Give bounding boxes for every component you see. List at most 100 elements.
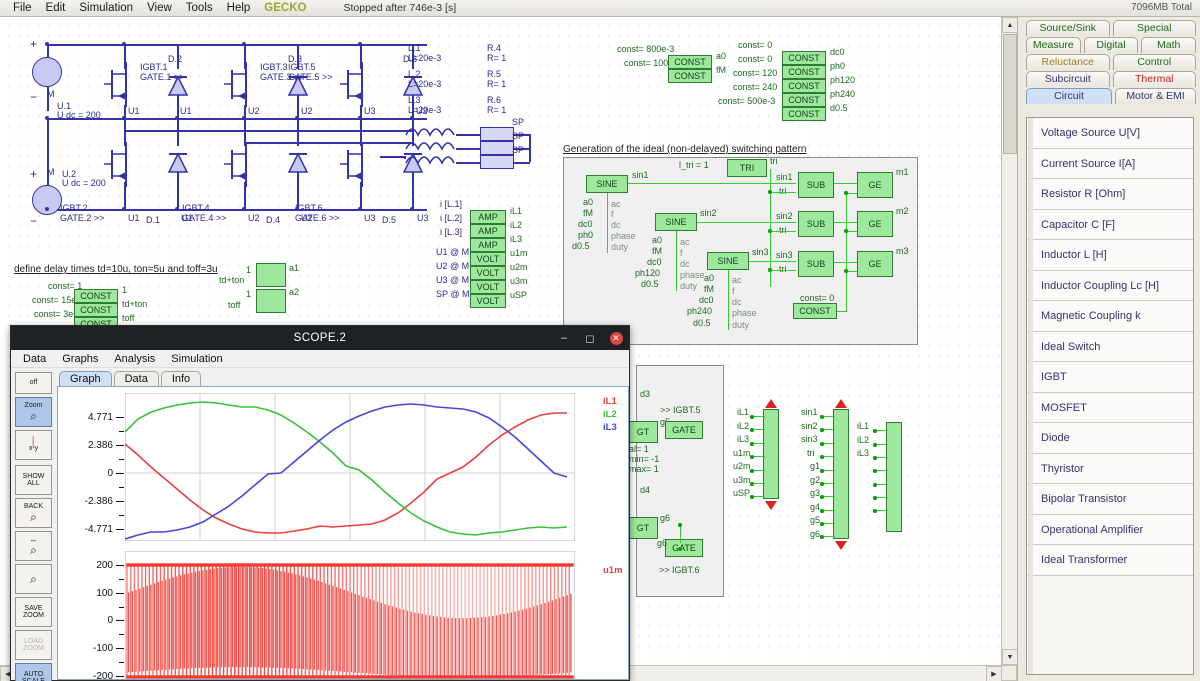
tab-thermal[interactable]: Thermal	[1112, 71, 1196, 87]
component-diode[interactable]: Diode	[1027, 423, 1193, 454]
ge-block-2[interactable]: GE	[857, 211, 893, 237]
sub-block-2[interactable]: SUB	[798, 211, 834, 237]
minimize-icon[interactable]: –	[551, 326, 577, 350]
measure-block-volt-1[interactable]: VOLT	[470, 252, 506, 266]
measure-block-volt-3[interactable]: VOLT	[470, 280, 506, 294]
igbt-symbol-6[interactable]	[340, 142, 380, 187]
chart-currents[interactable]: 4.771 2.386 0 -2.386 -4.771 iL1 iL2 iL3	[58, 393, 628, 541]
component-thyristor[interactable]: Thyristor	[1027, 453, 1193, 484]
scroll-right-arrow[interactable]: ▶	[986, 666, 1002, 681]
component-current-source[interactable]: Current Source I[A]	[1027, 148, 1193, 179]
tab-graph[interactable]: Graph	[59, 371, 112, 386]
const-block-a0[interactable]: CONST	[668, 55, 712, 69]
const-block-d05[interactable]: CONST	[782, 107, 826, 121]
gt-block-6[interactable]: GT	[628, 517, 658, 539]
vscroll-thumb[interactable]	[1003, 34, 1017, 154]
const-block-ph120[interactable]: CONST	[782, 79, 826, 93]
scope-window[interactable]: SCOPE.2 – ◻ ✕ Data Graphs Analysis Simul…	[10, 325, 630, 681]
tab-measure[interactable]: Measure	[1026, 37, 1081, 53]
ge-block-1[interactable]: GE	[857, 172, 893, 198]
resistor-r6[interactable]	[480, 155, 514, 169]
resistor-r5[interactable]	[480, 141, 514, 155]
component-inductor-coupling[interactable]: Inductor Coupling Lc [H]	[1027, 270, 1193, 301]
zoom-horizontal-button[interactable]: ↔ ⌕	[15, 531, 52, 561]
tab-control[interactable]: Control	[1112, 54, 1196, 70]
component-operational-amplifier[interactable]: Operational Amplifier	[1027, 514, 1193, 545]
off-button[interactable]: off	[15, 372, 52, 394]
menu-simulation[interactable]: Simulation	[72, 0, 140, 16]
menu-tools[interactable]: Tools	[179, 0, 220, 16]
close-icon[interactable]: ✕	[603, 326, 629, 350]
gt-block-5[interactable]: GT	[628, 421, 658, 443]
div-block-1[interactable]	[256, 289, 286, 313]
delay-const-block-1[interactable]: CONST	[74, 303, 118, 317]
plot-area[interactable]: 4.771 2.386 0 -2.386 -4.771 iL1 iL2 iL3 …	[57, 386, 629, 680]
div-block-0[interactable]	[256, 263, 286, 287]
ge-const-block[interactable]: CONST	[793, 303, 837, 319]
gate-block-5[interactable]: GATE	[665, 421, 703, 439]
menu-view[interactable]: View	[140, 0, 179, 16]
component-mosfet[interactable]: MOSFET	[1027, 392, 1193, 423]
igbt-symbol-4[interactable]	[224, 142, 264, 187]
const-block-fm[interactable]: CONST	[668, 69, 712, 83]
tab-reluctance[interactable]: Reluctance	[1026, 54, 1110, 70]
menu-help[interactable]: Help	[220, 0, 258, 16]
xy-button[interactable]: │ x-y	[15, 430, 52, 460]
menu-file[interactable]: File	[6, 0, 39, 16]
tab-circuit[interactable]: Circuit	[1026, 88, 1112, 104]
tab-source-sink[interactable]: Source/Sink	[1026, 20, 1110, 36]
scope-block-1[interactable]	[763, 409, 779, 499]
component-ideal-transformer[interactable]: Ideal Transformer	[1027, 545, 1193, 576]
component-ideal-switch[interactable]: Ideal Switch	[1027, 331, 1193, 362]
tab-math[interactable]: Math	[1141, 37, 1197, 53]
ge-block-3[interactable]: GE	[857, 251, 893, 277]
component-inductor[interactable]: Inductor L [H]	[1027, 240, 1193, 271]
tab-data[interactable]: Data	[113, 371, 159, 386]
component-list[interactable]: Voltage Source U[V] Current Source I[A] …	[1026, 117, 1194, 675]
scope-menu-graphs[interactable]: Graphs	[54, 353, 106, 365]
tab-subcircuit[interactable]: Subcircuit	[1026, 71, 1110, 87]
scope-block-2[interactable]	[833, 409, 849, 539]
sine-block-1[interactable]: SINE	[586, 175, 628, 193]
measure-block-volt-2[interactable]: VOLT	[470, 266, 506, 280]
component-resistor[interactable]: Resistor R [Ohm]	[1027, 179, 1193, 210]
delay-const-block-0[interactable]: CONST	[74, 289, 118, 303]
measure-block-volt-4[interactable]: VOLT	[470, 294, 506, 308]
igbt-symbol-1[interactable]	[104, 62, 144, 107]
back-zoom-button[interactable]: BACK ⌕	[15, 498, 52, 528]
resistor-r4[interactable]	[480, 127, 514, 141]
zoom-vertical-button[interactable]: ⌕	[15, 564, 52, 594]
igbt-symbol-2[interactable]	[104, 142, 144, 187]
scope-menu-data[interactable]: Data	[15, 353, 54, 365]
tab-digital[interactable]: Digital	[1083, 37, 1139, 53]
tri-block[interactable]: TRI	[727, 159, 767, 177]
igbt-symbol-3[interactable]	[224, 62, 264, 107]
scope-menu-simulation[interactable]: Simulation	[163, 353, 230, 365]
sub-block-1[interactable]: SUB	[798, 172, 834, 198]
canvas-vertical-scrollbar[interactable]: ▲ ▼	[1001, 17, 1017, 665]
sine-block-3[interactable]: SINE	[707, 252, 749, 270]
scroll-down-arrow[interactable]: ▼	[1002, 649, 1017, 665]
gate-block-6[interactable]: GATE	[665, 539, 703, 557]
const-block-ph0[interactable]: CONST	[782, 65, 826, 79]
scope-block-3[interactable]	[886, 422, 902, 532]
voltage-source-u1[interactable]	[32, 57, 62, 87]
measure-block-amp-3[interactable]: AMP	[470, 238, 506, 252]
tab-info[interactable]: Info	[160, 371, 202, 386]
save-zoom-button[interactable]: SAVE ZOOM	[15, 597, 52, 627]
maximize-icon[interactable]: ◻	[577, 326, 603, 350]
const-block-dc0[interactable]: CONST	[782, 51, 826, 65]
sine-block-2[interactable]: SINE	[655, 213, 697, 231]
scope-title-bar[interactable]: SCOPE.2 – ◻ ✕	[11, 326, 629, 350]
scroll-up-arrow[interactable]: ▲	[1002, 17, 1017, 33]
measure-block-amp-1[interactable]: AMP	[470, 210, 506, 224]
component-bipolar-transistor[interactable]: Bipolar Transistor	[1027, 484, 1193, 515]
scope-menu-analysis[interactable]: Analysis	[106, 353, 163, 365]
show-all-button[interactable]: SHOW ALL	[15, 465, 52, 495]
const-block-ph240[interactable]: CONST	[782, 93, 826, 107]
component-capacitor[interactable]: Capacitor C [F]	[1027, 209, 1193, 240]
component-voltage-source[interactable]: Voltage Source U[V]	[1027, 118, 1193, 149]
tab-special[interactable]: Special	[1112, 20, 1196, 36]
auto-scale-button[interactable]: AUTO SCALE	[15, 663, 52, 681]
menu-edit[interactable]: Edit	[39, 0, 73, 16]
